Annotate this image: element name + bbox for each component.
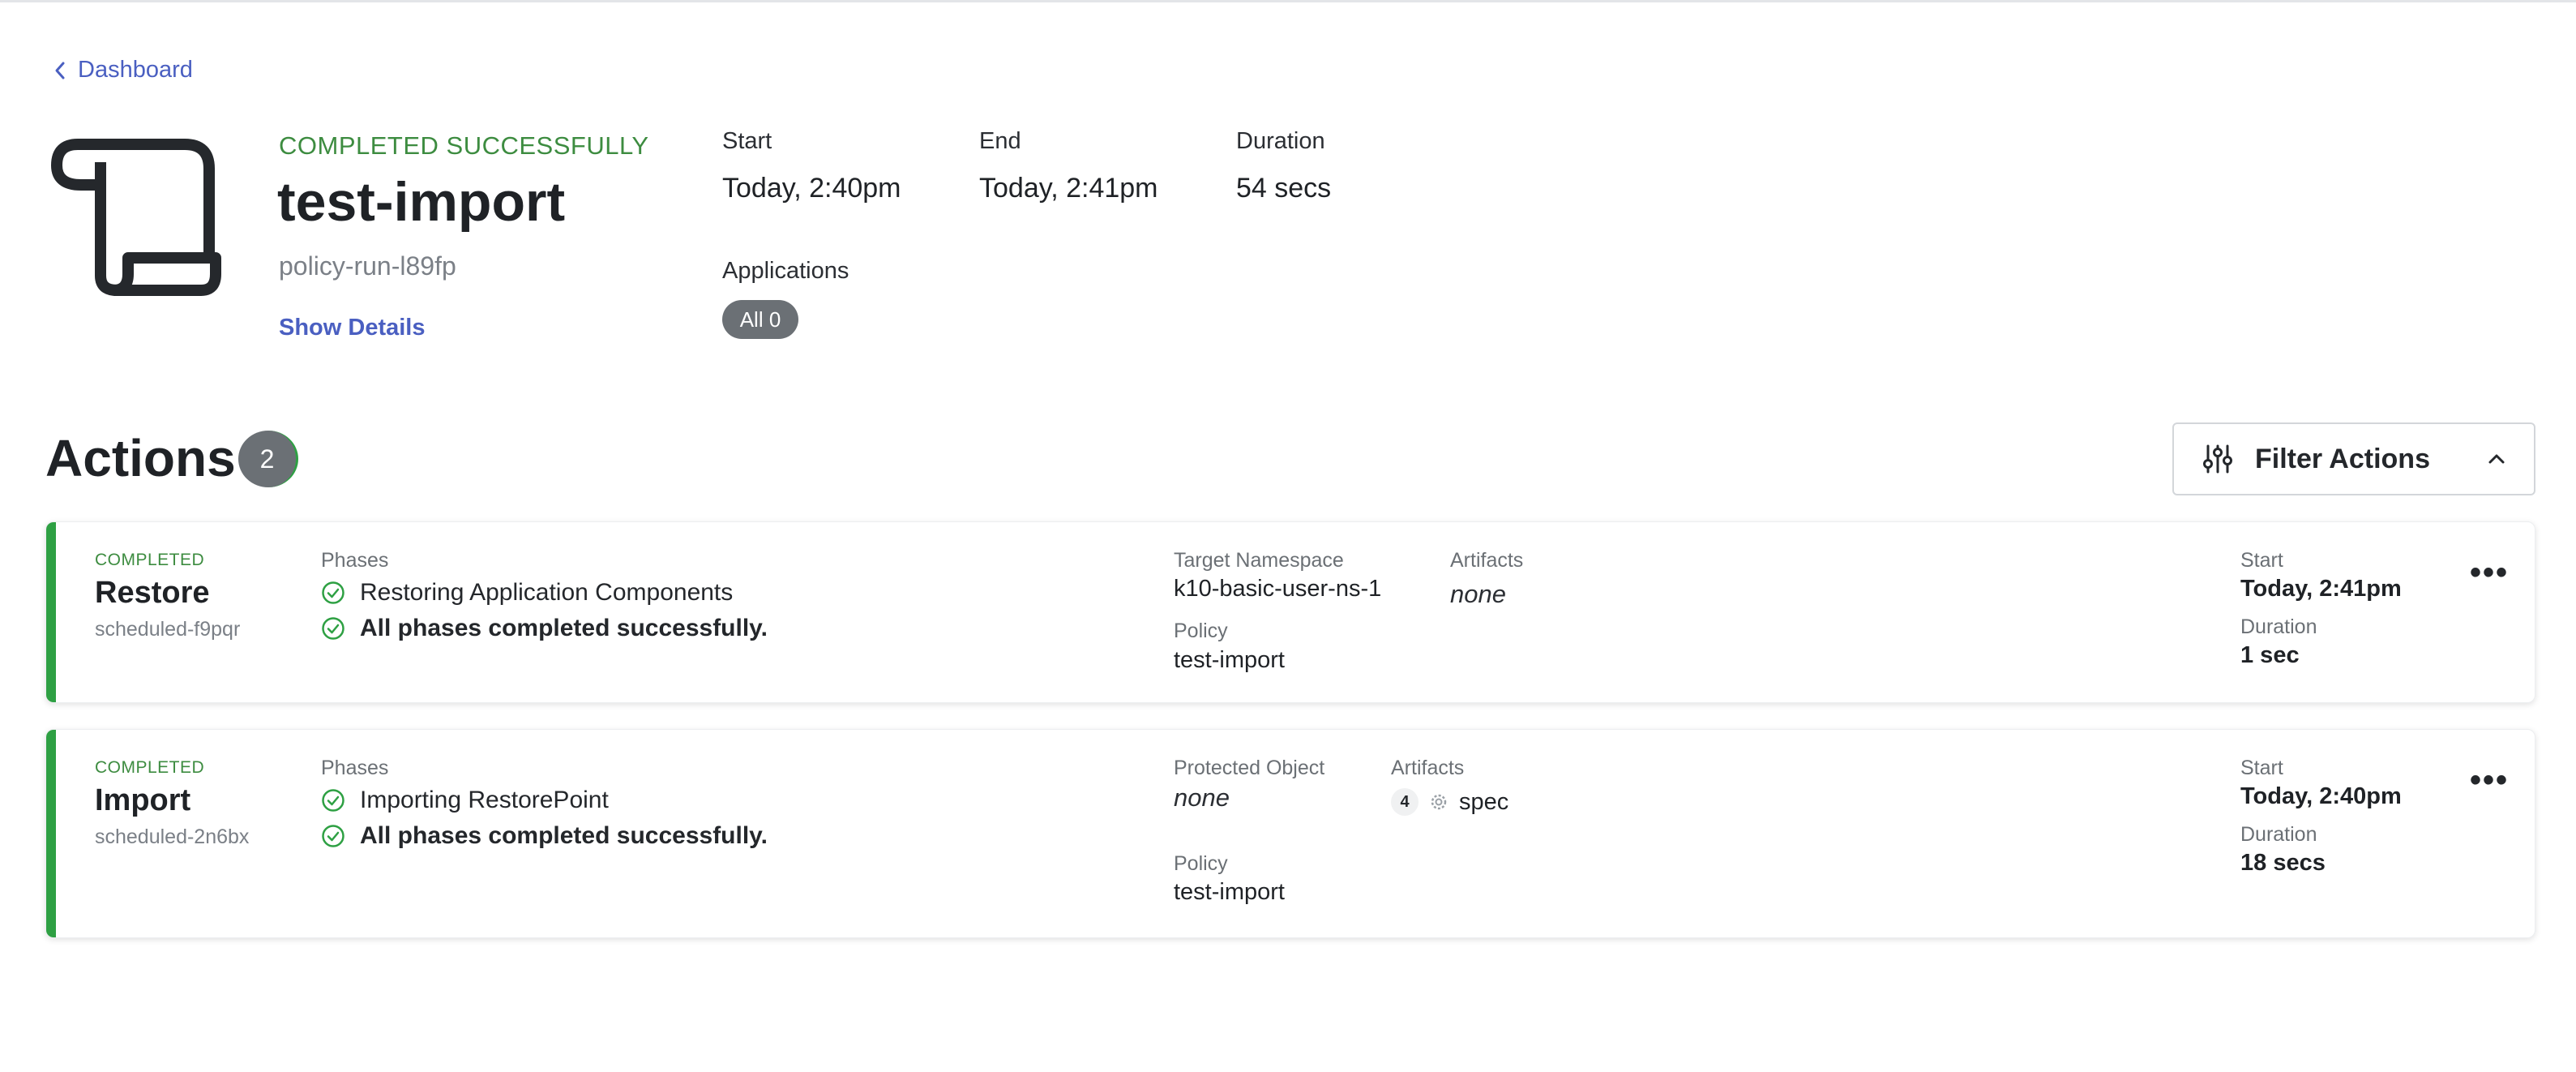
breadcrumb-label: Dashboard <box>78 57 193 83</box>
phases-label: Phases <box>321 757 389 779</box>
breadcrumb-dashboard-link[interactable]: Dashboard <box>52 57 193 84</box>
action-name: Import <box>95 783 191 817</box>
chevron-up-icon <box>2488 454 2505 464</box>
phase-item: All phases completed successfully. <box>321 822 768 850</box>
meta-duration-label: Duration <box>1236 128 1325 154</box>
actions-heading: Actions <box>45 429 236 487</box>
phases-label: Phases <box>321 549 389 572</box>
artifacts-label: Artifacts <box>1450 549 1524 572</box>
policy-value: test-import <box>1174 879 1285 905</box>
top-divider <box>0 0 2576 2</box>
filter-actions-label: Filter Actions <box>2255 443 2430 474</box>
phase-item: Importing RestorePoint <box>321 787 609 814</box>
gear-icon <box>1431 794 1447 810</box>
phase-text: Restoring Application Components <box>360 579 734 606</box>
run-status: COMPLETED SUCCESSFULLY <box>279 131 649 160</box>
action-id: scheduled-2n6bx <box>95 825 250 848</box>
meta-duration-value: 54 secs <box>1236 173 1332 204</box>
protected-object-value: none <box>1174 783 1230 812</box>
policy-label: Policy <box>1174 852 1228 875</box>
more-horizontal-icon[interactable]: ••• <box>2470 556 2509 589</box>
meta-end-label: End <box>979 128 1021 154</box>
scroll-icon <box>51 139 221 296</box>
check-circle-icon <box>322 825 344 847</box>
meta-duration: Duration 54 secs <box>1236 128 1331 204</box>
start-value: Today, 2:40pm <box>2240 783 2402 809</box>
applications-pill[interactable]: All 0 <box>722 300 798 339</box>
run-id: policy-run-l89fp <box>279 251 456 281</box>
sliders-icon <box>2203 444 2232 474</box>
chevron-left-icon <box>55 62 65 79</box>
phase-item: Restoring Application Components <box>321 579 733 607</box>
show-details-link[interactable]: Show Details <box>279 315 426 341</box>
phase-text: All phases completed successfully. <box>360 822 768 849</box>
more-horizontal-icon[interactable]: ••• <box>2470 764 2509 796</box>
target-namespace-label: Target Namespace <box>1174 549 1344 572</box>
protected-object-label: Protected Object <box>1174 757 1325 779</box>
duration-label: Duration <box>2240 615 2317 638</box>
action-name: Restore <box>95 576 210 610</box>
meta-start: Start Today, 2:40pm <box>722 128 901 204</box>
actions-count-badge: 2 <box>238 431 298 487</box>
start-label: Start <box>2240 757 2283 779</box>
meta-applications-label: Applications <box>722 258 849 284</box>
status-bar <box>46 730 56 937</box>
phase-text: Importing RestorePoint <box>360 787 609 813</box>
artifacts-value: none <box>1450 580 1506 608</box>
check-circle-icon <box>322 581 344 604</box>
start-value: Today, 2:41pm <box>2240 576 2402 602</box>
meta-start-label: Start <box>722 128 772 154</box>
action-id: scheduled-f9pqr <box>95 618 241 641</box>
action-status: COMPLETED <box>95 758 205 777</box>
duration-label: Duration <box>2240 823 2317 846</box>
target-namespace-value: k10-basic-user-ns-1 <box>1174 576 1382 602</box>
status-bar <box>46 522 56 702</box>
action-status: COMPLETED <box>95 551 205 569</box>
meta-end: End Today, 2:41pm <box>979 128 1158 204</box>
check-circle-icon <box>322 789 344 812</box>
meta-start-value: Today, 2:40pm <box>722 173 901 204</box>
phase-item: All phases completed successfully. <box>321 615 768 642</box>
phase-text: All phases completed successfully. <box>360 615 768 641</box>
run-title: test-import <box>277 171 566 233</box>
meta-applications: Applications <box>722 258 849 285</box>
artifacts-count: 4 <box>1391 788 1419 816</box>
action-card-restore[interactable]: COMPLETED Restore scheduled-f9pqr Phases… <box>45 521 2535 703</box>
policy-label: Policy <box>1174 620 1228 642</box>
check-circle-icon <box>322 617 344 640</box>
action-card-import[interactable]: COMPLETED Import scheduled-2n6bx Phases … <box>45 729 2535 938</box>
meta-end-value: Today, 2:41pm <box>979 173 1158 204</box>
start-label: Start <box>2240 549 2283 572</box>
artifacts-entry[interactable]: 4 spec <box>1391 788 1508 816</box>
duration-value: 1 sec <box>2240 642 2300 668</box>
artifacts-value: spec <box>1459 788 1509 815</box>
filter-actions-button[interactable]: Filter Actions <box>2172 422 2535 495</box>
duration-value: 18 secs <box>2240 850 2326 876</box>
policy-value: test-import <box>1174 647 1285 673</box>
artifacts-label: Artifacts <box>1391 757 1465 779</box>
